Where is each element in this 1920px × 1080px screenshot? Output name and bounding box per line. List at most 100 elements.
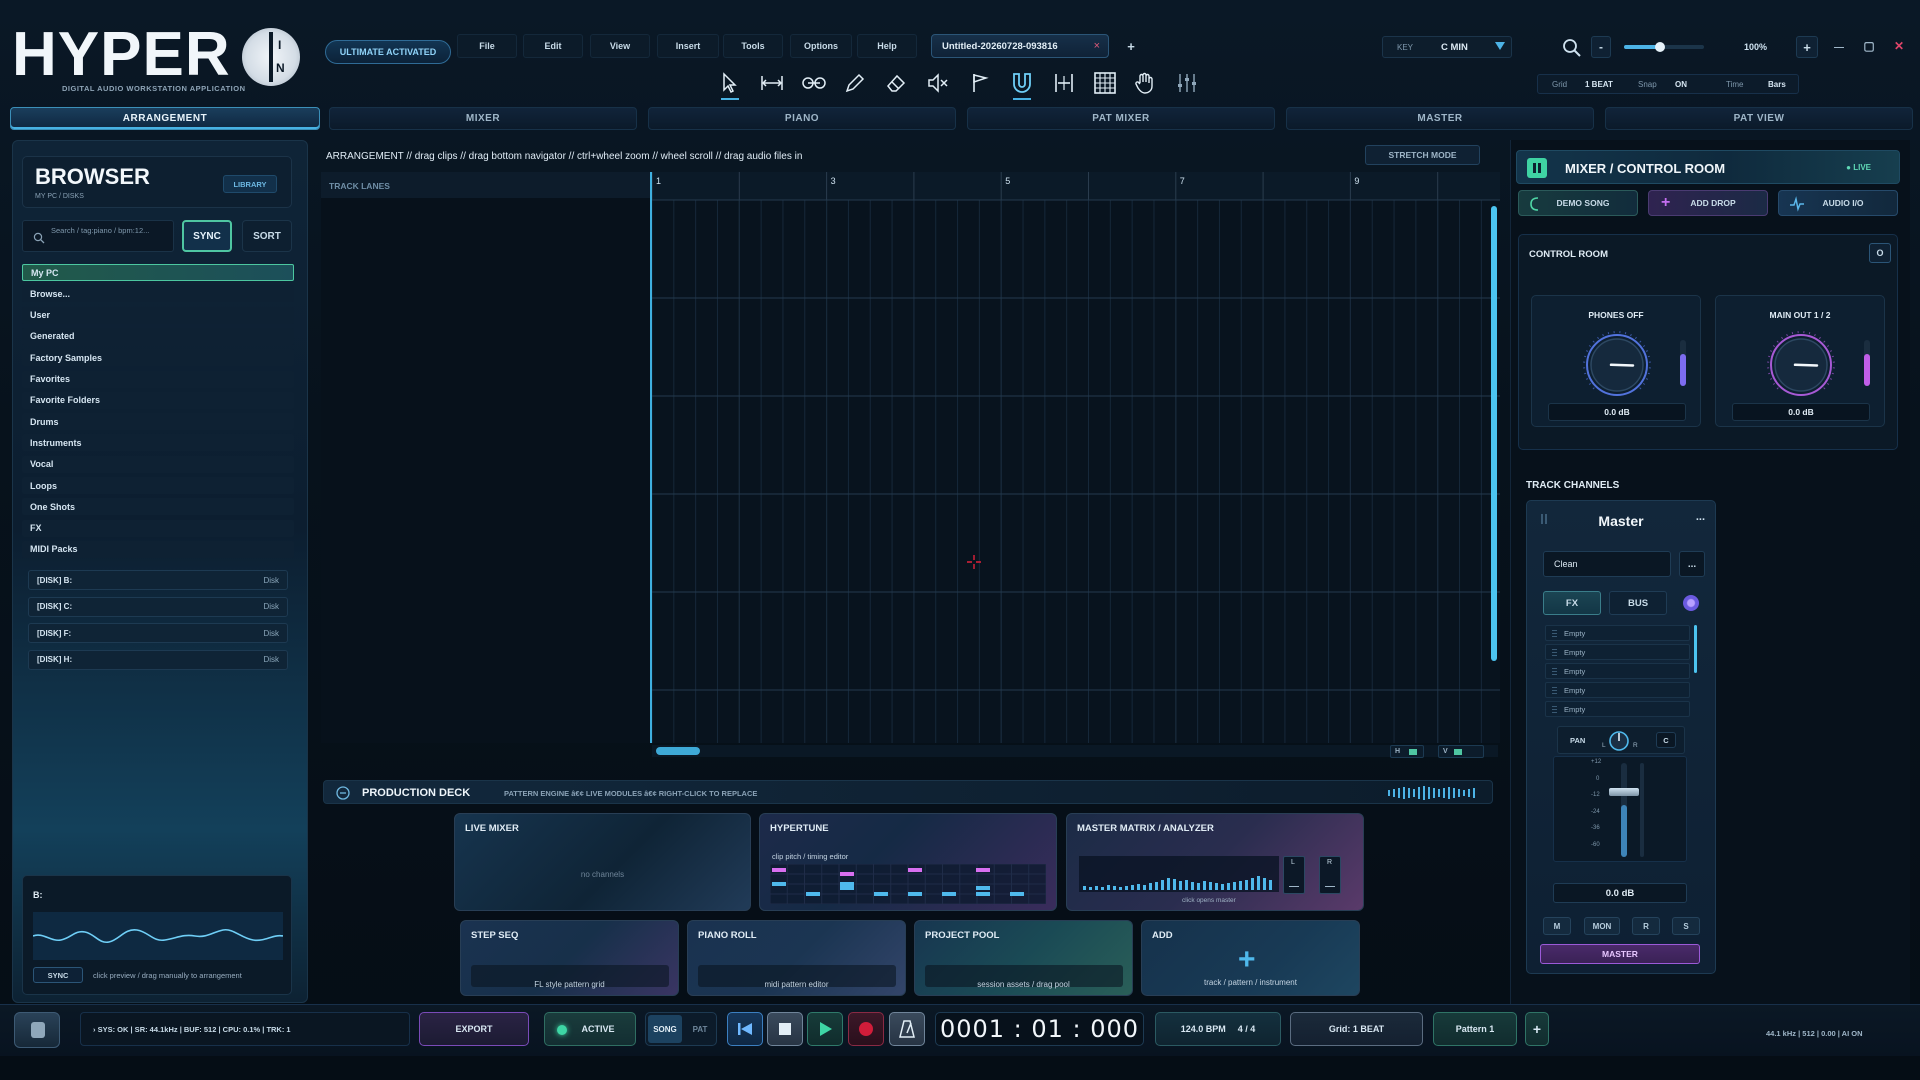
browser-item-drums[interactable]: Drums bbox=[22, 413, 294, 431]
time-display[interactable]: 0001 : 01 : 000 bbox=[935, 1012, 1144, 1046]
output-master-button[interactable]: MASTER bbox=[1540, 944, 1700, 964]
main-out-knob[interactable] bbox=[1766, 330, 1836, 400]
marker-tool-icon[interactable] bbox=[965, 68, 995, 98]
timeline-grid[interactable]: 1 3 5 7 9 bbox=[650, 172, 1500, 743]
pointer-tool-icon[interactable] bbox=[715, 68, 745, 100]
channel-menu-button[interactable]: ... bbox=[1696, 511, 1705, 523]
record-button[interactable] bbox=[848, 1012, 884, 1046]
grid-value[interactable]: 1 BEAT bbox=[1585, 80, 1613, 89]
hand-tool-icon[interactable] bbox=[1130, 68, 1160, 98]
fx-slot-scrollbar[interactable] bbox=[1694, 625, 1697, 673]
preset-menu-button[interactable]: ... bbox=[1679, 551, 1705, 577]
master-matrix-card[interactable]: MASTER MATRIX / ANALYZER L R click opens… bbox=[1066, 813, 1364, 911]
disk-row[interactable]: [DISK] H: Disk bbox=[28, 649, 288, 670]
zoom-in-button[interactable]: + bbox=[1796, 36, 1818, 58]
fx-slot[interactable]: Empty bbox=[1545, 625, 1690, 641]
new-tab-button[interactable]: + bbox=[1121, 36, 1141, 56]
preview-sync-button[interactable]: SYNC bbox=[33, 967, 83, 983]
project-tab[interactable]: Untitled-20260728-093816 × bbox=[931, 34, 1109, 58]
split-tool-icon[interactable] bbox=[1049, 68, 1079, 98]
menu-file[interactable]: File bbox=[457, 34, 517, 58]
library-button[interactable]: LIBRARY bbox=[223, 175, 277, 193]
browser-sort-button[interactable]: SORT bbox=[242, 220, 292, 252]
zoom-out-button[interactable]: - bbox=[1591, 36, 1611, 58]
maximize-icon[interactable]: ▢ bbox=[1860, 37, 1878, 55]
fx-slot[interactable]: Empty bbox=[1545, 663, 1690, 679]
preview-waveform[interactable] bbox=[33, 912, 283, 960]
grid-tool-icon[interactable] bbox=[1090, 68, 1120, 98]
fx-slot[interactable]: Empty bbox=[1545, 644, 1690, 660]
browser-item-midi-packs[interactable]: MIDI Packs bbox=[22, 540, 294, 558]
active-toggle[interactable]: ACTIVE bbox=[544, 1012, 636, 1046]
browser-search-input[interactable] bbox=[51, 223, 171, 237]
disk-row[interactable]: [DISK] B: Disk bbox=[28, 570, 288, 590]
mixer-tool-icon[interactable] bbox=[1172, 68, 1202, 98]
snap-value[interactable]: ON bbox=[1675, 80, 1687, 89]
pitch-timing-grid[interactable] bbox=[770, 864, 1046, 904]
browser-sync-button[interactable]: SYNC bbox=[182, 220, 232, 252]
pattern-selector[interactable]: Pattern 1 bbox=[1433, 1012, 1517, 1046]
song-mode-button[interactable]: SONG bbox=[648, 1015, 682, 1043]
stop-button[interactable] bbox=[767, 1012, 803, 1046]
browser-item-factory-samples[interactable]: Factory Samples bbox=[22, 349, 294, 367]
key-selector[interactable]: KEY C MIN bbox=[1382, 36, 1512, 58]
fx-slot[interactable]: Empty bbox=[1545, 682, 1690, 698]
tab-master[interactable]: MASTER bbox=[1286, 107, 1594, 130]
step-seq-card[interactable]: STEP SEQ FL style pattern grid bbox=[460, 920, 679, 996]
pencil-tool-icon[interactable] bbox=[840, 68, 870, 98]
h-zoom-toggle[interactable]: H bbox=[1390, 745, 1424, 758]
fader-handle[interactable] bbox=[1609, 788, 1639, 796]
navigator-thumb[interactable] bbox=[656, 747, 700, 755]
stretch-tool-icon[interactable] bbox=[757, 68, 787, 98]
tab-pat-view[interactable]: PAT VIEW bbox=[1605, 107, 1913, 130]
rewind-button[interactable] bbox=[727, 1012, 763, 1046]
mute-tool-icon[interactable] bbox=[923, 68, 953, 98]
channel-r-button[interactable]: R bbox=[1632, 917, 1660, 935]
channel-s-button[interactable]: S bbox=[1672, 917, 1700, 935]
pan-knob[interactable] bbox=[1608, 730, 1630, 752]
menu-view[interactable]: View bbox=[590, 34, 650, 58]
pan-center-button[interactable]: C bbox=[1656, 732, 1676, 748]
record-arm-icon[interactable] bbox=[1683, 595, 1699, 611]
eraser-tool-icon[interactable] bbox=[881, 68, 911, 98]
browser-item-generated[interactable]: Generated bbox=[22, 327, 294, 345]
menu-options[interactable]: Options bbox=[790, 34, 852, 58]
tempo-signature-display[interactable]: 124.0 BPM 4 / 4 bbox=[1155, 1012, 1281, 1046]
app-menu-button[interactable] bbox=[14, 1012, 60, 1048]
slice-tool-icon[interactable] bbox=[799, 68, 829, 98]
license-badge[interactable]: ULTIMATE ACTIVATED bbox=[325, 40, 451, 64]
project-tab-close-icon[interactable]: × bbox=[1094, 40, 1100, 52]
grid-display[interactable]: Grid: 1 BEAT bbox=[1290, 1012, 1423, 1046]
fader-track[interactable] bbox=[1621, 763, 1627, 857]
fx-button[interactable]: FX bbox=[1543, 591, 1601, 615]
browser-item-fx[interactable]: FX bbox=[22, 519, 294, 537]
bus-button[interactable]: BUS bbox=[1609, 591, 1667, 615]
zoom-slider-thumb[interactable] bbox=[1655, 42, 1665, 52]
fx-slot[interactable]: Empty bbox=[1545, 701, 1690, 717]
tab-pat-mixer[interactable]: PAT MIXER bbox=[967, 107, 1275, 130]
channel-mon-button[interactable]: MON bbox=[1584, 917, 1620, 935]
channel-gain[interactable]: 0.0 dB bbox=[1553, 883, 1687, 903]
tab-piano[interactable]: PIANO bbox=[648, 107, 956, 130]
mixer-pause-icon[interactable] bbox=[1527, 158, 1547, 178]
browser-item-favorites[interactable]: Favorites bbox=[22, 370, 294, 388]
browser-item-loops[interactable]: Loops bbox=[22, 477, 294, 494]
add-plus-icon[interactable]: + bbox=[1238, 943, 1256, 977]
disk-row[interactable]: [DISK] F: Disk bbox=[28, 623, 288, 643]
play-button[interactable] bbox=[807, 1012, 843, 1046]
stretch-mode-button[interactable]: STRETCH MODE bbox=[1365, 145, 1480, 165]
live-mixer-card[interactable]: LIVE MIXER no channels bbox=[454, 813, 751, 911]
browser-item-instruments[interactable]: Instruments bbox=[22, 434, 294, 452]
control-room-option-button[interactable]: O bbox=[1869, 243, 1891, 263]
metronome-button[interactable] bbox=[889, 1012, 925, 1046]
browser-item-vocal[interactable]: Vocal bbox=[22, 455, 294, 473]
project-pool-card[interactable]: PROJECT POOL session assets / drag pool bbox=[914, 920, 1133, 996]
add-drop-button[interactable]: + ADD DROP bbox=[1648, 190, 1768, 216]
horizontal-navigator[interactable] bbox=[652, 745, 1498, 757]
phones-knob[interactable] bbox=[1582, 330, 1652, 400]
close-icon[interactable]: ✕ bbox=[1890, 37, 1908, 55]
demo-song-button[interactable]: DEMO SONG bbox=[1518, 190, 1638, 216]
browser-item-one-shots[interactable]: One Shots bbox=[22, 498, 294, 516]
tab-arrangement[interactable]: ARRANGEMENT bbox=[10, 107, 320, 130]
browser-item-favorite-folders[interactable]: Favorite Folders bbox=[22, 391, 294, 409]
